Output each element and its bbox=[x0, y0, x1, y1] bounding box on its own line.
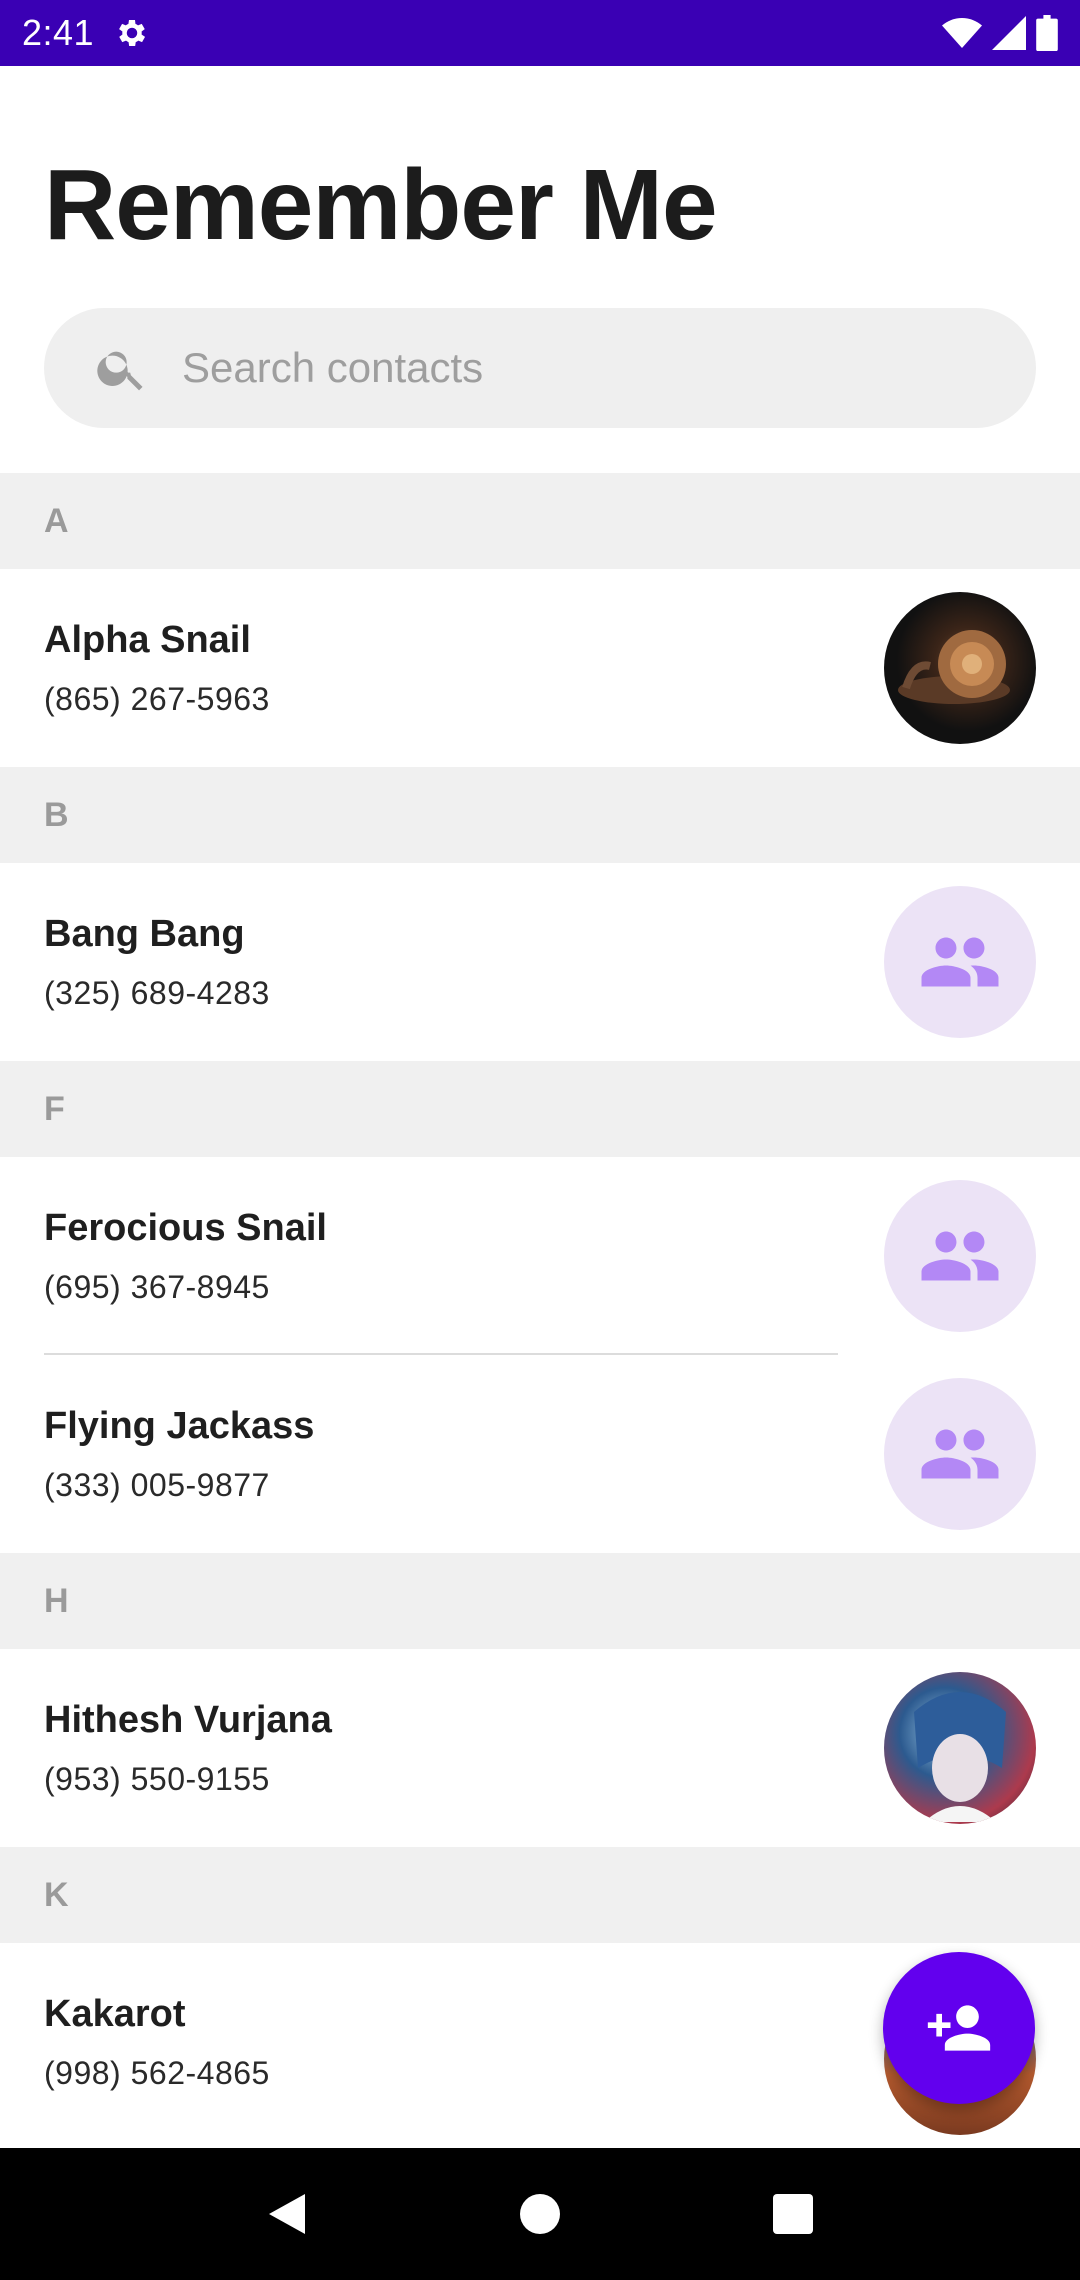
add-person-icon bbox=[927, 2005, 991, 2051]
contact-row-ferocious-snail[interactable]: Ferocious Snail (695) 367-8945 bbox=[0, 1157, 1080, 1355]
group-icon bbox=[921, 1429, 999, 1479]
battery-icon bbox=[1036, 15, 1058, 51]
settings-gear-icon bbox=[119, 19, 146, 47]
snail-photo-icon bbox=[898, 630, 1010, 704]
nav-back-button[interactable] bbox=[257, 2184, 317, 2244]
contact-list: A Alpha Snail (865) 267-5963 B Bang Bang… bbox=[0, 473, 1080, 2141]
section-header-h: H bbox=[0, 1553, 1080, 1649]
contact-name: Kakarot bbox=[44, 1993, 186, 2035]
contact-name: Bang Bang bbox=[44, 913, 245, 955]
add-contact-button[interactable] bbox=[883, 1952, 1035, 2104]
system-nav-bar bbox=[0, 2148, 1080, 2280]
search-icon bbox=[97, 351, 143, 391]
contact-row-hithesh-vurjana[interactable]: Hithesh Vurjana (953) 550-9155 bbox=[0, 1649, 1080, 1847]
group-icon bbox=[921, 1231, 999, 1281]
contact-row-flying-jackass[interactable]: Flying Jackass (333) 005-9877 bbox=[0, 1355, 1080, 1553]
contact-phone: (865) 267-5963 bbox=[44, 681, 270, 717]
section-header-a: A bbox=[0, 473, 1080, 569]
contact-avatar-placeholder bbox=[884, 1378, 1036, 1530]
status-time: 2:41 bbox=[22, 12, 95, 53]
status-bar: 2:41 bbox=[0, 0, 1080, 66]
contact-avatar-placeholder bbox=[884, 886, 1036, 1038]
section-header-k: K bbox=[0, 1847, 1080, 1943]
contact-row-alpha-snail[interactable]: Alpha Snail (865) 267-5963 bbox=[0, 569, 1080, 767]
contact-avatar-photo bbox=[884, 1672, 1036, 1824]
contact-name: Alpha Snail bbox=[44, 619, 251, 661]
anime-portrait-icon bbox=[914, 1692, 1006, 1822]
contact-name: Ferocious Snail bbox=[44, 1207, 327, 1249]
recents-icon bbox=[773, 2194, 814, 2234]
contact-avatar-photo bbox=[884, 592, 1036, 744]
contact-avatar-placeholder bbox=[884, 1180, 1036, 1332]
page-title: Remember Me bbox=[44, 149, 718, 261]
back-icon bbox=[268, 2194, 305, 2234]
group-icon bbox=[921, 937, 999, 987]
search-input[interactable] bbox=[182, 344, 1036, 392]
contact-row-bang-bang[interactable]: Bang Bang (325) 689-4283 bbox=[0, 863, 1080, 1061]
home-icon bbox=[519, 2194, 560, 2234]
contact-name: Hithesh Vurjana bbox=[44, 1699, 332, 1741]
contact-phone: (695) 367-8945 bbox=[44, 1269, 270, 1305]
contact-phone: (998) 562-4865 bbox=[44, 2055, 270, 2091]
wifi-icon bbox=[942, 18, 982, 48]
contact-phone: (953) 550-9155 bbox=[44, 1761, 270, 1797]
nav-recents-button[interactable] bbox=[763, 2184, 823, 2244]
search-bar[interactable] bbox=[44, 308, 1036, 428]
contact-phone: (333) 005-9877 bbox=[44, 1467, 270, 1503]
nav-home-button[interactable] bbox=[510, 2184, 570, 2244]
contact-name: Flying Jackass bbox=[44, 1405, 315, 1447]
contact-phone: (325) 689-4283 bbox=[44, 975, 270, 1011]
section-header-f: F bbox=[0, 1061, 1080, 1157]
status-icons bbox=[942, 15, 1058, 51]
cell-signal-icon bbox=[992, 16, 1026, 50]
section-header-b: B bbox=[0, 767, 1080, 863]
